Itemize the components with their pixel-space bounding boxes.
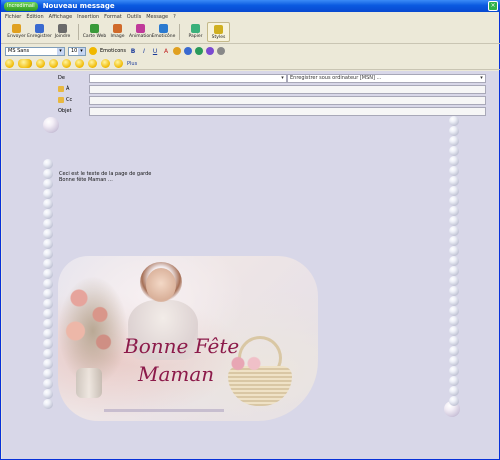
addressbook-icon [58,97,64,103]
bold-button[interactable]: B [129,48,137,55]
window-title: Nouveau message [42,2,115,10]
vase-image [76,368,102,398]
more-emoticons-link[interactable]: Plus [127,61,137,67]
to-label[interactable]: À [58,86,69,92]
italic-button[interactable]: I [140,48,148,55]
menu-help[interactable]: ? [173,14,176,20]
animation-icon [136,24,145,33]
message-line: Bonne fête Maman ... [59,177,113,183]
card-footer-line [104,409,224,412]
wink-emoticon-icon[interactable] [36,59,45,68]
menu-bar: Fichier Édition Affichage Insertion Form… [1,12,500,22]
card-title-line1: Bonne Fête [124,334,240,358]
surprise-emoticon-icon[interactable] [101,59,110,68]
image-button[interactable]: Image [106,22,129,42]
send-button[interactable]: Envoyer [5,22,28,42]
font-color-button[interactable]: A [162,48,170,55]
love-emoticon-icon[interactable] [88,59,97,68]
more-icon[interactable] [217,47,226,55]
cool-emoticon-icon[interactable] [75,59,84,68]
cc-row: Cc [2,96,499,106]
chevron-down-icon: ▾ [281,75,284,81]
laugh-emoticon-icon[interactable] [49,59,58,68]
menu-edit[interactable]: Édition [26,14,43,20]
animation-button[interactable]: Animation [129,22,152,42]
highlight-icon[interactable] [173,47,182,55]
addressbook-icon [58,86,64,92]
main-toolbar: Envoyer Enregistrer Joindre Carte Web Im… [1,22,500,44]
font-select[interactable]: MS Sans ▾ [5,46,65,56]
animated-emoticon-icon[interactable] [18,59,32,68]
card-title-line2: Maman [138,362,215,386]
stationery-icon [191,24,200,33]
chevron-down-icon: ▾ [480,75,483,81]
styles-button[interactable]: Styles [207,22,230,42]
compose-area: De ▾ Enregistrer sous ordinateur [MSN] .… [2,71,499,459]
ecard-button[interactable]: Carte Web [83,22,106,42]
styles-icon [214,25,223,34]
pearl-border-left [43,159,53,409]
smile-emoticon-icon[interactable] [5,59,14,68]
cc-label[interactable]: Cc [58,97,72,103]
menu-insert[interactable]: Insertion [77,14,99,20]
from-identity-select[interactable]: Enregistrer sous ordinateur [MSN] ... ▾ [287,74,486,83]
chevron-down-icon: ▾ [78,47,85,55]
from-account-select[interactable]: ▾ [89,74,287,83]
emoticons-label[interactable]: Emoticons [100,48,126,54]
pearl-border-right [449,116,459,406]
attach-icon [58,24,67,33]
to-row: À [2,85,499,95]
from-row: De ▾ Enregistrer sous ordinateur [MSN] .… [2,74,499,84]
pearl-ornament [43,117,59,133]
menu-file[interactable]: Fichier [5,14,21,20]
save-icon [35,24,44,33]
to-field[interactable] [89,85,486,94]
compose-window: Incredimail Nouveau message × Fichier Éd… [0,0,500,460]
greeting-card-image: Bonne Fête Maman [58,256,318,421]
subject-label: Objet [58,108,72,114]
toolbar-divider [78,24,79,40]
image-icon [113,24,122,33]
emoticon-button[interactable]: Emoticône [152,22,175,42]
font-size-select[interactable]: 10 ▾ [68,46,86,56]
message-body[interactable]: Ceci est le texte de la page de garde Bo… [59,171,151,183]
cc-field[interactable] [89,96,486,105]
subject-row: Objet [2,107,499,117]
subject-field[interactable] [89,107,486,116]
menu-message[interactable]: Message [146,14,168,20]
stationery-button[interactable]: Papier [184,22,207,42]
from-label: De [58,75,65,81]
toolbar-divider [179,24,180,40]
smiley-icon[interactable] [89,47,97,55]
link-icon[interactable] [195,47,204,55]
format-toolbar: MS Sans ▾ 10 ▾ Emoticons B I U A [1,45,500,57]
close-button[interactable]: × [488,1,498,11]
title-bar[interactable]: Incredimail Nouveau message × [1,0,500,12]
save-button[interactable]: Enregistrer [27,22,52,42]
underline-button[interactable]: U [151,48,159,55]
align-icon[interactable] [184,47,193,55]
menu-tools[interactable]: Outils [127,14,141,20]
ecard-icon [90,24,99,33]
attach-button[interactable]: Joindre [51,22,74,42]
app-logo: Incredimail [4,1,38,11]
emoticon-icon [159,24,168,33]
menu-format[interactable]: Format [104,14,122,20]
send-icon [12,24,21,33]
menu-view[interactable]: Affichage [49,14,73,20]
angry-emoticon-icon[interactable] [114,59,123,68]
chevron-down-icon: ▾ [57,47,64,55]
sad-emoticon-icon[interactable] [62,59,71,68]
emoticon-bar: Plus [1,58,500,70]
spellcheck-icon[interactable] [206,47,215,55]
